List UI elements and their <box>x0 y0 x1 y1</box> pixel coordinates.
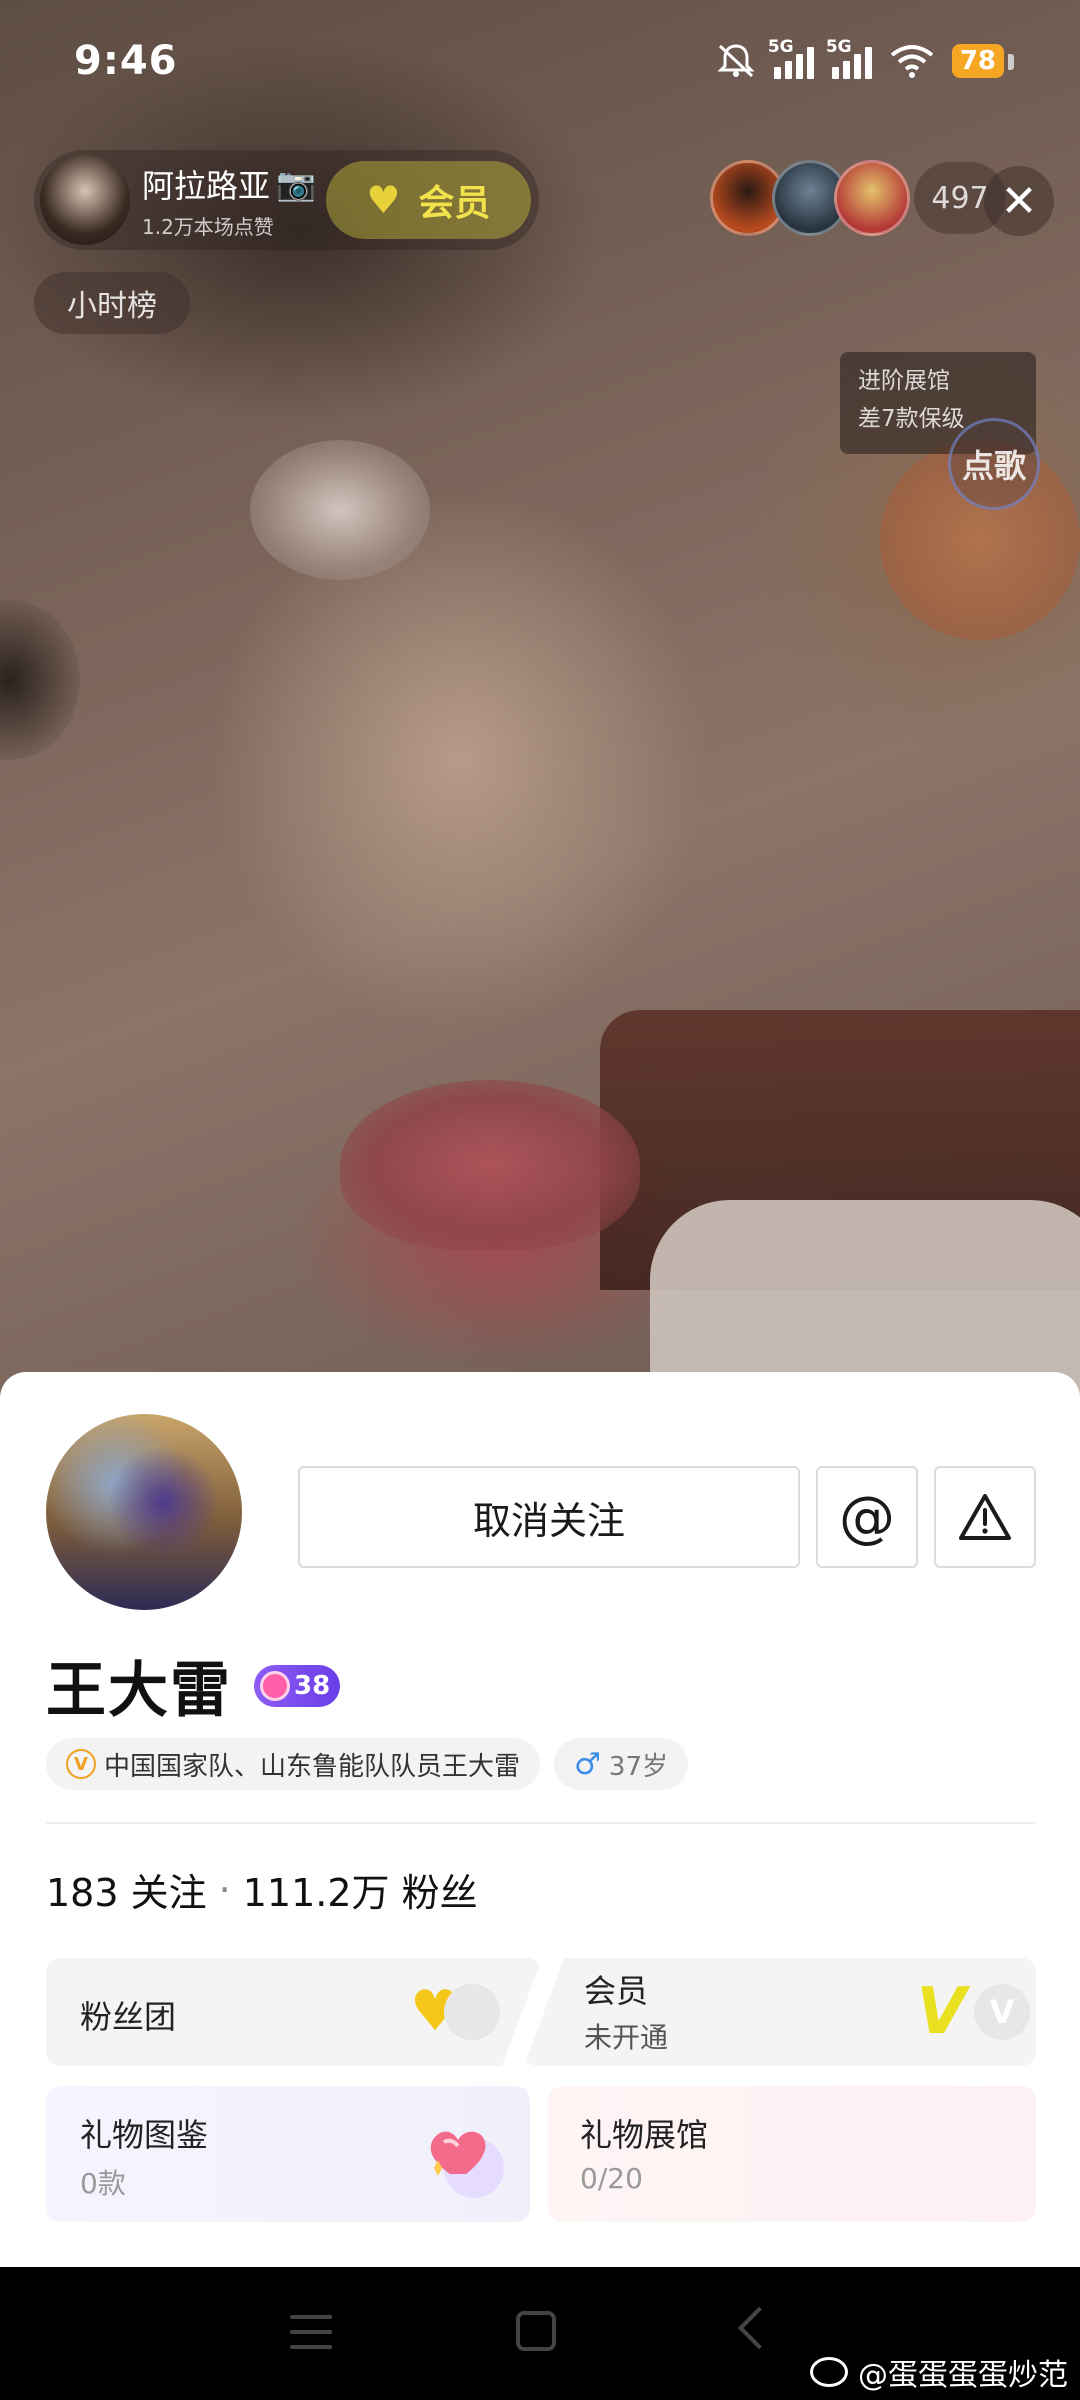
member-button[interactable]: ♥ 会员 <box>325 161 531 239</box>
watermark-text: @蛋蛋蛋蛋炒范 <box>858 2358 1068 2393</box>
close-icon[interactable]: ✕ <box>984 166 1054 236</box>
status-time: 9:46 <box>74 38 178 84</box>
fan-club-label: 粉丝团 <box>80 1998 177 2036</box>
gift-hall-card[interactable]: 礼物展馆 0/20 <box>548 2086 1036 2222</box>
mention-button[interactable]: @ <box>816 1466 918 1568</box>
male-icon: ♂ <box>574 1746 601 1782</box>
back-icon[interactable] <box>737 2306 781 2350</box>
stream-face-detail <box>250 440 430 580</box>
gift-hall-count: 0/20 <box>580 2162 643 2195</box>
divider <box>46 1822 1036 1824</box>
follow-stats: 183 关注 · 111.2万 粉丝 <box>46 1862 478 1917</box>
fans-count: 111.2万 <box>242 1871 390 1915</box>
signal-strength-icon: 5G <box>826 37 872 79</box>
level-value: 38 <box>294 1670 331 1701</box>
top-viewers[interactable] <box>710 160 910 236</box>
stream-face-detail <box>0 600 80 760</box>
verified-tag[interactable]: V 中国国家队、山东鲁能队队员王大雷 <box>46 1738 541 1790</box>
host-name: 阿拉路亚 <box>142 166 271 205</box>
gift-hall-title: 礼物展馆 <box>580 2116 709 2154</box>
at-icon: @ <box>839 1484 895 1550</box>
song-request-button[interactable]: 点歌 <box>948 418 1040 510</box>
home-icon[interactable] <box>516 2311 556 2351</box>
fan-club-card[interactable]: 粉丝团 ♥ <box>46 1958 542 2066</box>
membership-status: 未开通 <box>584 2021 669 2054</box>
host-info-pill[interactable]: 阿拉路亚 📷 1.2万本场点赞 ♥ 会员 <box>34 150 539 250</box>
membership-title: 会员 <box>584 1972 649 2010</box>
network-type-label: 5G <box>825 37 852 57</box>
gift-guide-card[interactable]: 礼物图鉴 0款 <box>46 2086 530 2222</box>
vip-badge-icon: V <box>974 1984 1030 2040</box>
host-avatar[interactable] <box>40 155 130 245</box>
level-gem-icon <box>260 1670 290 1701</box>
wifi-icon <box>890 45 934 78</box>
promo-line-1: 进阶展馆 <box>858 368 950 394</box>
level-badge[interactable]: 38 <box>254 1664 341 1707</box>
heart-plus-icon: ♥ <box>366 178 401 222</box>
battery-indicator: 78 <box>951 44 1015 78</box>
following-stat[interactable]: 183 关注 <box>46 1862 207 1917</box>
hour-rank-button[interactable]: 小时榜 <box>34 272 190 334</box>
fans-stat[interactable]: 111.2万 粉丝 <box>243 1862 478 1917</box>
viewer-avatar[interactable] <box>834 160 910 236</box>
vip-v-icon: V <box>916 1975 966 2049</box>
host-likes: 1.2万本场点赞 <box>142 214 274 239</box>
membership-card[interactable]: 会员 未开通 V V <box>524 1958 1036 2066</box>
fans-label: 粉丝 <box>401 1871 478 1915</box>
signal-strength-icon: 5G <box>768 37 814 79</box>
weibo-icon <box>810 2357 848 2387</box>
gender-age-tag: ♂ 37岁 <box>554 1738 689 1790</box>
profile-name: 王大雷 <box>46 1656 232 1726</box>
verified-text: 中国国家队、山东鲁能队队员王大雷 <box>104 1751 521 1782</box>
verified-icon: V <box>66 1749 96 1779</box>
watermark: @蛋蛋蛋蛋炒范 <box>810 2350 1068 2394</box>
recents-icon[interactable] <box>290 2315 332 2353</box>
following-count: 183 <box>46 1871 119 1915</box>
following-label: 关注 <box>130 1871 207 1915</box>
fan-club-badge-icon <box>444 1984 500 2040</box>
status-bar: 9:46 5G 5G 78 <box>0 0 1080 130</box>
stream-face-detail <box>340 1080 640 1250</box>
gift-guide-title: 礼物图鉴 <box>80 2116 209 2154</box>
warning-icon <box>959 1494 1011 1540</box>
gift-guide-count: 0款 <box>80 2167 126 2200</box>
stream-blanket <box>650 1200 1080 1400</box>
user-profile-sheet: 取消关注 @ 王大雷 38 V 中国国家队、山东鲁能队队员王大雷 ♂ 37岁 1… <box>0 1372 1080 2267</box>
unfollow-button[interactable]: 取消关注 <box>298 1466 800 1568</box>
profile-name-row: 王大雷 38 <box>46 1642 341 1729</box>
age-text: 37岁 <box>608 1751 669 1782</box>
status-icons: 5G 5G 78 <box>716 37 1015 80</box>
stat-separator: · <box>218 1867 231 1912</box>
heart-balloon-icon <box>430 2131 504 2198</box>
host-name-row: 阿拉路亚 📷 <box>142 161 316 207</box>
bell-muted-icon <box>717 44 755 78</box>
camera-icon: 📷 <box>276 164 316 203</box>
host-text: 阿拉路亚 📷 1.2万本场点赞 <box>142 161 316 240</box>
report-button[interactable] <box>934 1466 1036 1568</box>
profile-avatar[interactable] <box>46 1414 242 1610</box>
member-label: 会员 <box>418 183 491 224</box>
profile-tags: V 中国国家队、山东鲁能队队员王大雷 ♂ 37岁 <box>46 1738 689 1790</box>
network-type-label: 5G <box>767 37 794 57</box>
